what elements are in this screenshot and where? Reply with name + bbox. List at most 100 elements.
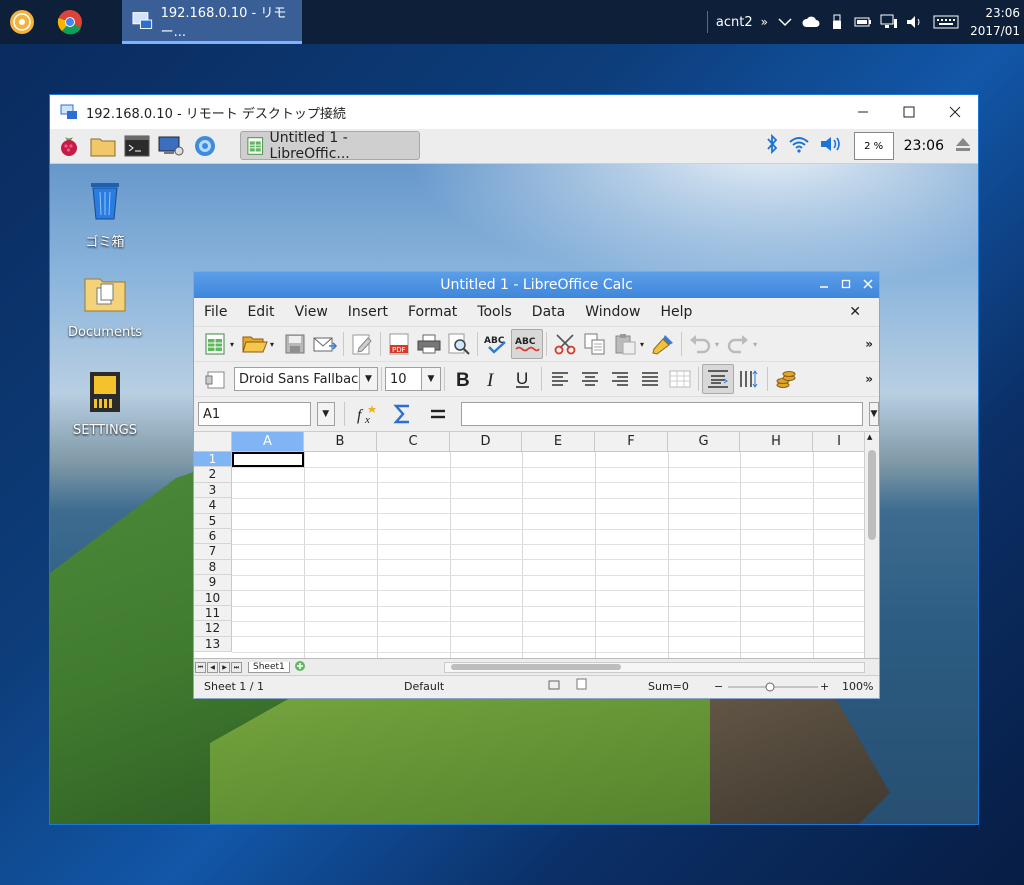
align-center-icon[interactable] <box>575 365 605 393</box>
first-sheet-icon[interactable]: ⏮ <box>195 661 206 673</box>
formula-expand-button[interactable]: ▼ <box>869 402 879 426</box>
prev-sheet-icon[interactable]: ◀ <box>207 661 218 673</box>
chevron-down-icon[interactable]: ▼ <box>421 368 440 390</box>
column-header-d[interactable]: D <box>450 432 522 452</box>
row-header-6[interactable]: 6 <box>194 529 232 545</box>
vertical-scroll-thumb[interactable] <box>868 450 876 540</box>
calc-maximize-button[interactable] <box>841 279 851 292</box>
wrap-text-icon[interactable] <box>702 364 734 394</box>
font-name-dropdown[interactable]: ▼ <box>360 367 378 391</box>
menu-insert[interactable]: Insert <box>338 304 398 320</box>
sum-icon[interactable] <box>389 400 418 428</box>
volume-icon[interactable] <box>906 13 924 31</box>
column-header-c[interactable]: C <box>377 432 450 452</box>
align-right-icon[interactable] <box>605 365 635 393</box>
wifi-icon[interactable] <box>788 135 810 157</box>
paste-icon[interactable] <box>610 330 640 358</box>
taskbar-rdp-button[interactable]: 192.168.0.10 - リモー... <box>122 0 302 44</box>
close-button[interactable] <box>932 95 978 129</box>
toolbar-overflow-icon[interactable]: » <box>865 337 873 351</box>
row-header-13[interactable]: 13 <box>194 636 232 653</box>
chevron-up-icon[interactable] <box>776 13 794 31</box>
row-header-7[interactable]: 7 <box>194 544 232 560</box>
row-header-8[interactable]: 8 <box>194 559 232 576</box>
eject-icon[interactable] <box>954 135 972 157</box>
auto-spellcheck-icon[interactable]: ABC <box>511 329 544 359</box>
styles-icon[interactable] <box>200 365 230 393</box>
minimize-button[interactable] <box>840 95 886 129</box>
menu-file[interactable]: File <box>194 304 237 320</box>
new-dropdown-icon[interactable]: ▾ <box>230 340 234 349</box>
calc-close-button[interactable] <box>863 278 873 292</box>
row-header-12[interactable]: 12 <box>194 621 232 637</box>
name-box-dropdown[interactable]: ▼ <box>316 402 335 426</box>
row-header-5[interactable]: 5 <box>194 513 232 529</box>
menu-window[interactable]: Window <box>575 304 650 320</box>
user-label[interactable]: acnt2 <box>716 15 753 30</box>
spreadsheet-grid[interactable]: A B C D E F G H I 1 2 3 4 5 6 7 8 9 10 1… <box>194 431 879 658</box>
selection-mode-icon[interactable] <box>548 676 560 698</box>
last-sheet-icon[interactable]: ⏭ <box>231 661 242 673</box>
copy-icon[interactable] <box>580 330 610 358</box>
new-spreadsheet-icon[interactable] <box>200 330 230 358</box>
align-left-icon[interactable] <box>545 365 575 393</box>
vertical-align-icon[interactable] <box>734 365 764 393</box>
row-header-10[interactable]: 10 <box>194 590 232 606</box>
column-header-i[interactable]: I <box>813 432 866 452</box>
name-box[interactable]: A1 <box>198 402 311 426</box>
column-header-f[interactable]: F <box>595 432 668 452</box>
menu-view[interactable]: View <box>285 304 338 320</box>
network-settings-icon[interactable] <box>156 131 186 161</box>
formula-input[interactable] <box>461 402 863 426</box>
row-header-3[interactable]: 3 <box>194 482 232 499</box>
print-icon[interactable] <box>414 330 444 358</box>
calc-title-bar[interactable]: Untitled 1 - LibreOffice Calc <box>194 272 879 298</box>
horizontal-scrollbar[interactable] <box>444 662 865 673</box>
app-launcher-icon[interactable] <box>0 0 44 44</box>
browser-icon[interactable] <box>190 131 220 161</box>
expand-tray-icon[interactable]: » <box>761 15 768 29</box>
bold-icon[interactable]: B <box>448 365 478 393</box>
edit-mode-icon[interactable] <box>347 330 377 358</box>
usb-icon[interactable] <box>828 13 846 31</box>
select-all-corner[interactable] <box>194 432 232 452</box>
desktop-icon-settings[interactable]: SETTINGS <box>50 369 160 438</box>
underline-icon[interactable]: U <box>508 365 538 393</box>
cpu-monitor[interactable]: 2 % <box>853 132 894 160</box>
zoom-in-icon[interactable]: + <box>820 676 829 698</box>
scroll-up-icon[interactable]: ▲ <box>867 433 872 441</box>
menu-help[interactable]: Help <box>650 304 702 320</box>
sheet-tab-1[interactable]: Sheet1 <box>248 661 290 673</box>
merge-cells-icon[interactable] <box>665 365 695 393</box>
zoom-out-icon[interactable]: − <box>714 676 723 698</box>
save-icon[interactable] <box>280 330 310 358</box>
menu-data[interactable]: Data <box>522 304 575 320</box>
calc-minimize-button[interactable] <box>819 279 829 292</box>
row-header-11[interactable]: 11 <box>194 606 232 622</box>
zoom-level[interactable]: 100% <box>842 676 873 698</box>
column-header-b[interactable]: B <box>304 432 377 452</box>
battery-icon[interactable] <box>854 13 872 31</box>
add-sheet-icon[interactable] <box>294 660 306 675</box>
font-size-combobox[interactable]: 10 ▼ <box>385 367 441 391</box>
undo-dropdown-icon[interactable]: ▾ <box>715 340 719 349</box>
volume-icon[interactable] <box>820 135 844 157</box>
network-icon[interactable] <box>880 13 898 31</box>
toolbar-overflow-icon[interactable]: » <box>865 372 873 386</box>
horizontal-scroll-thumb[interactable] <box>451 664 621 670</box>
raspberry-menu-icon[interactable] <box>54 131 84 161</box>
row-header-4[interactable]: 4 <box>194 498 232 514</box>
undo-icon[interactable] <box>685 330 715 358</box>
redo-icon[interactable] <box>723 330 753 358</box>
panel-task-calc[interactable]: Untitled 1 - LibreOffic... <box>240 130 420 162</box>
cloud-icon[interactable] <box>802 13 820 31</box>
column-header-e[interactable]: E <box>522 432 595 452</box>
clock[interactable]: 23:06 2017/01 <box>968 4 1020 40</box>
terminal-icon[interactable] <box>122 131 152 161</box>
open-dropdown-icon[interactable]: ▾ <box>270 340 274 349</box>
export-pdf-icon[interactable]: PDF <box>384 330 414 358</box>
zoom-slider[interactable] <box>728 676 818 698</box>
chrome-icon[interactable] <box>48 0 92 44</box>
justify-icon[interactable] <box>635 365 665 393</box>
menu-tools[interactable]: Tools <box>467 304 522 320</box>
